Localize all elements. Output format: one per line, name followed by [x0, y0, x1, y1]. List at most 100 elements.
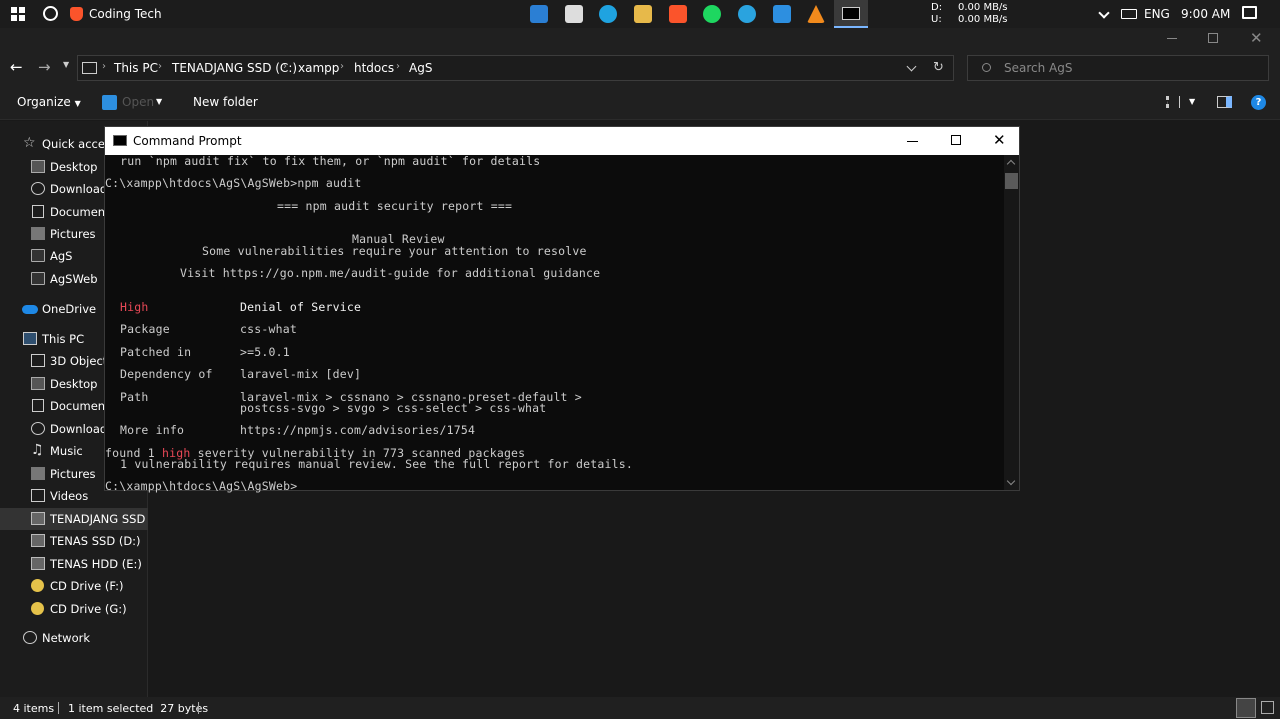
minimize-icon[interactable]: [1167, 38, 1177, 39]
close-icon[interactable]: ✕: [1250, 29, 1263, 47]
patched-label: Patched in: [120, 345, 192, 359]
large-icons-view-icon[interactable]: [1261, 701, 1274, 714]
nav-drive-d[interactable]: TENAS SSD (D:): [0, 530, 148, 552]
video-icon: [31, 489, 45, 502]
new-folder-button[interactable]: New folder: [193, 95, 258, 109]
status-divider: [198, 702, 199, 714]
document-icon: [32, 399, 44, 412]
task-view-icon[interactable]: [43, 6, 58, 21]
spotify-icon[interactable]: [703, 5, 721, 23]
recent-chevron-icon[interactable]: ▼: [63, 60, 69, 69]
package-label: Package: [120, 322, 170, 336]
scroll-down-icon[interactable]: [1006, 476, 1016, 486]
breadcrumb-separator-icon: ›: [396, 61, 400, 72]
cmd-line: run `npm audit fix` to fix them, or `npm…: [113, 154, 541, 168]
search-placeholder: Search AgS: [1004, 61, 1073, 75]
address-row: ← → ▼ › This PC › TENADJANG SSD (C:) › x…: [0, 50, 1280, 86]
path-value-line2: postcss-svgo > svgo > css-select > css-w…: [240, 401, 547, 415]
patched-value: >=5.0.1: [240, 345, 290, 359]
cmd-line: Some vulnerabilities require your attent…: [202, 244, 587, 258]
browser-tab-title: Coding Tech: [89, 7, 162, 21]
cmd-titlebar[interactable]: Command Prompt ✕: [105, 127, 1019, 155]
file-explorer-icon[interactable]: [634, 5, 652, 23]
scroll-up-icon[interactable]: [1006, 159, 1016, 169]
breadcrumb-separator-icon: ›: [158, 61, 162, 72]
breadcrumb-separator-icon: ›: [283, 61, 287, 72]
breadcrumb-xampp[interactable]: xampp: [298, 61, 339, 75]
cmd-icon: [842, 7, 860, 20]
edge-icon[interactable]: [599, 5, 617, 23]
breadcrumb-htdocs[interactable]: htdocs: [354, 61, 394, 75]
nav-drive-e[interactable]: TENAS HDD (E:): [0, 553, 148, 575]
forward-arrow-icon[interactable]: →: [38, 58, 51, 76]
language-indicator[interactable]: ENG: [1144, 7, 1170, 21]
telegram-icon[interactable]: [738, 5, 756, 23]
nav-network[interactable]: Network: [0, 627, 148, 649]
search-box[interactable]: Search AgS: [967, 55, 1269, 81]
command-prompt-window[interactable]: Command Prompt ✕ run `npm audit fix` to …: [104, 126, 1020, 492]
breadcrumb-drive[interactable]: TENADJANG SSD (C:): [172, 61, 297, 75]
open-button[interactable]: Open: [122, 95, 154, 109]
status-divider: [58, 702, 59, 714]
help-icon[interactable]: ?: [1251, 95, 1266, 110]
vscode-icon[interactable]: [773, 5, 791, 23]
restore-icon[interactable]: [1208, 33, 1218, 43]
package-value: css-what: [240, 322, 297, 336]
store-icon[interactable]: [565, 5, 583, 23]
breadcrumb-this-pc[interactable]: This PC: [114, 61, 158, 75]
address-dropdown-icon[interactable]: [906, 61, 917, 72]
chevron-down-icon: ▼: [74, 99, 81, 108]
view-options-icon[interactable]: [1166, 96, 1180, 108]
nav-drive-f[interactable]: CD Drive (F:): [0, 575, 148, 597]
dependency-value: laravel-mix [dev]: [240, 367, 362, 381]
severity-label: High: [120, 300, 149, 314]
windows-icon: [11, 7, 17, 13]
organize-button[interactable]: Organize ▼: [17, 95, 81, 109]
refresh-icon[interactable]: ↻: [933, 60, 944, 75]
notifications-icon[interactable]: [1242, 6, 1257, 19]
brave-taskbar-icon[interactable]: [669, 5, 687, 23]
address-bar[interactable]: › This PC › TENADJANG SSD (C:) › xampp ›…: [77, 55, 954, 81]
mail-icon[interactable]: [530, 5, 548, 23]
cmd-maximize-icon[interactable]: [951, 135, 961, 145]
battery-icon[interactable]: [1121, 9, 1137, 19]
severity-value: Denial of Service: [240, 300, 362, 314]
vlc-icon[interactable]: [807, 5, 825, 23]
clock[interactable]: 9:00 AM: [1181, 7, 1230, 21]
vscode-small-icon: [102, 95, 117, 110]
start-button[interactable]: [11, 7, 25, 21]
cmd-taskbar-button[interactable]: [834, 0, 868, 28]
breadcrumb-separator-icon: ›: [340, 61, 344, 72]
pc-folder-icon: [82, 62, 97, 74]
chevron-up-icon[interactable]: [1098, 7, 1110, 19]
command-bar: Organize ▼ Open ▼ New folder ▼ ?: [0, 86, 1280, 120]
cmd-output[interactable]: run `npm audit fix` to fix them, or `npm…: [105, 154, 1003, 492]
breadcrumb-ags[interactable]: AgS: [409, 61, 432, 75]
cmd-close-icon[interactable]: ✕: [993, 131, 1006, 149]
star-icon: ☆: [23, 135, 36, 151]
desktop-icon: [31, 377, 45, 390]
cmd-window-icon: [113, 135, 127, 146]
more-info-value: https://npmjs.com/advisories/1754: [240, 423, 476, 437]
scroll-thumb[interactable]: [1005, 173, 1018, 189]
cloud-icon: [22, 305, 38, 314]
dependency-label: Dependency of: [120, 367, 213, 381]
nav-drive-g[interactable]: CD Drive (G:): [0, 598, 148, 620]
nav-drive-c[interactable]: TENADJANG SSD (C:): [0, 508, 148, 530]
explorer-titlebar: ✕: [0, 28, 1280, 50]
cmd-line: === npm audit security report ===: [277, 199, 513, 213]
active-browser-tab[interactable]: Coding Tech: [70, 0, 190, 28]
back-arrow-icon[interactable]: ←: [10, 58, 23, 76]
view-chevron-down-icon[interactable]: ▼: [1189, 97, 1195, 106]
cd-icon: [31, 602, 44, 615]
cd-icon: [31, 579, 44, 592]
preview-pane-icon[interactable]: [1217, 96, 1232, 108]
details-view-icon[interactable]: [1236, 698, 1256, 718]
drive-icon: [31, 557, 45, 570]
pictures-icon: [31, 467, 45, 480]
cmd-line: Visit https://go.npm.me/audit-guide for …: [180, 266, 601, 280]
cmd-minimize-icon[interactable]: [907, 141, 918, 142]
drive-icon: [31, 512, 45, 525]
open-chevron-down-icon[interactable]: ▼: [156, 97, 162, 106]
cmd-scrollbar[interactable]: [1004, 155, 1019, 490]
